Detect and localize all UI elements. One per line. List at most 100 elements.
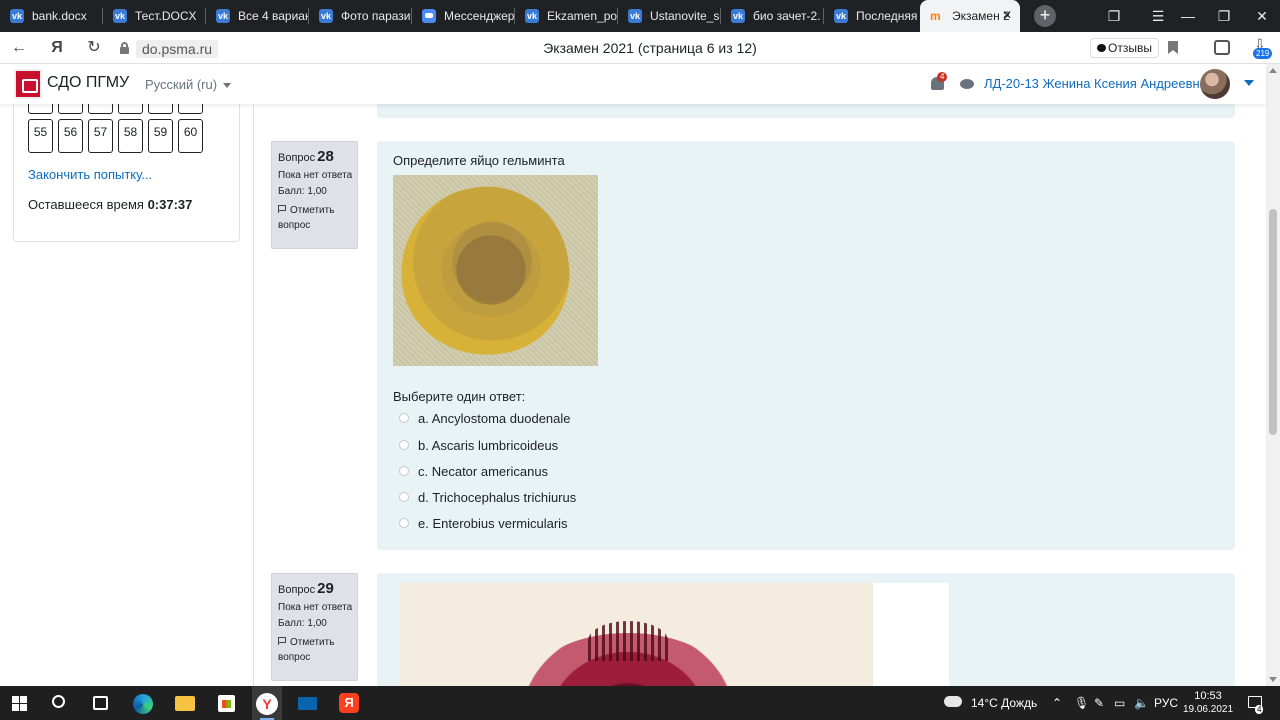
quiz-navigation-block: 55 56 57 58 59 60 Закончить попытку... О…: [13, 94, 240, 242]
question-number-value: 28: [317, 148, 334, 165]
browser-tab-9[interactable]: vk Последняя н: [824, 0, 920, 32]
flag-icon: [278, 637, 286, 645]
quiz-nav-button-55[interactable]: 55: [28, 119, 53, 153]
chat-icon[interactable]: [960, 79, 974, 89]
browser-tab-7[interactable]: vk Ustanovite_sc: [618, 0, 721, 32]
quiz-nav-button-57[interactable]: 57: [88, 119, 113, 153]
question-info-29: Вопрос 29 Пока нет ответа Балл: 1,00 Отме…: [271, 573, 358, 681]
browser-tab-4[interactable]: vk Фото парази: [309, 0, 412, 32]
collections-icon[interactable]: [1214, 40, 1230, 55]
scrollbar-thumb[interactable]: [1269, 209, 1277, 435]
time-left-value: 0:37:37: [147, 197, 193, 212]
chevron-up-icon[interactable]: ⌃: [1052, 696, 1062, 710]
site-name[interactable]: СДО ПГМУ: [47, 74, 129, 92]
tab-label: Фото парази: [341, 9, 411, 23]
file-explorer-icon[interactable]: [175, 696, 195, 711]
vk-icon: vk: [113, 9, 127, 23]
site-logo-icon[interactable]: [14, 69, 42, 99]
system-clock[interactable]: 10:53 19.06.2021: [1180, 689, 1236, 717]
browser-tab-active[interactable]: m Экзамен 2 ✕: [920, 0, 1020, 32]
browser-tab-1[interactable]: vk bank.docx: [0, 0, 103, 32]
taskbar: Y Я 14°C Дождь ⌃ 🎙 ✎ ▭ 🔈 РУС 10:53 19.06…: [0, 686, 1280, 720]
maximize-icon[interactable]: ❐: [1206, 0, 1242, 32]
answer-option-c[interactable]: c. Necator americanus: [399, 461, 548, 481]
answer-option-d[interactable]: d. Trichocephalus trichiurus: [399, 487, 576, 507]
reviews-button[interactable]: Отзывы: [1090, 38, 1159, 58]
flag-question-button[interactable]: Отметить вопрос: [278, 635, 357, 665]
avatar[interactable]: [1200, 69, 1230, 99]
vk-icon: vk: [319, 9, 333, 23]
yandex-icon[interactable]: Я: [339, 693, 359, 713]
weather-text[interactable]: 14°C Дождь: [971, 696, 1037, 710]
scroll-up-icon[interactable]: [1269, 68, 1277, 73]
tab-label: био зачет-2.: [753, 9, 821, 23]
minimize-icon[interactable]: —: [1170, 0, 1206, 32]
answer-label: b. Ascaris lumbricoideus: [418, 437, 559, 453]
close-tab-icon[interactable]: ✕: [1002, 8, 1012, 22]
speaker-icon[interactable]: 🔈: [1134, 696, 1149, 710]
store-icon[interactable]: [218, 695, 235, 712]
question-label: Вопрос: [278, 152, 316, 164]
question-number-value: 29: [317, 580, 334, 597]
radio-button[interactable]: [399, 466, 409, 476]
battery-icon[interactable]: ▭: [1114, 696, 1125, 710]
tab-label: Все 4 вариан: [238, 9, 309, 23]
chevron-down-icon: [223, 83, 232, 89]
question-label: Вопрос: [278, 584, 316, 596]
quiz-nav-button-59[interactable]: 59: [148, 119, 173, 153]
language-menu[interactable]: Русский (ru): [145, 77, 232, 92]
edge-browser-icon[interactable]: [133, 694, 153, 714]
scroll-down-icon[interactable]: [1269, 677, 1277, 682]
page-scrollbar[interactable]: [1266, 64, 1280, 686]
mail-icon[interactable]: [298, 697, 317, 710]
helminth-head-image: [400, 583, 873, 686]
vk-icon: vk: [628, 9, 642, 23]
radio-button[interactable]: [399, 518, 409, 528]
messenger-icon: [422, 9, 436, 23]
radio-button[interactable]: [399, 440, 409, 450]
tab-actions-icon[interactable]: ❐: [1096, 0, 1132, 32]
radio-button[interactable]: [399, 492, 409, 502]
vk-icon: vk: [834, 9, 848, 23]
microphone-icon[interactable]: 🎙: [1074, 696, 1089, 710]
pen-icon[interactable]: ✎: [1094, 696, 1104, 710]
browser-tab-2[interactable]: vk Тест.DOCX: [103, 0, 206, 32]
user-name[interactable]: ЛД-20-13 Женина Ксения Андреевна: [984, 76, 1207, 91]
input-language[interactable]: РУС: [1154, 696, 1178, 710]
vk-icon: vk: [10, 9, 24, 23]
new-tab-button[interactable]: +: [1034, 5, 1056, 27]
task-view-icon[interactable]: [93, 696, 108, 710]
answer-option-e[interactable]: e. Enterobius vermicularis: [399, 513, 568, 533]
tab-label: Ekzamen_po: [547, 9, 618, 23]
address-bar: ← Я ↻ do.psma.ru Экзамен 2021 (страница …: [0, 32, 1280, 64]
tab-label: Последняя н: [856, 9, 920, 23]
search-icon[interactable]: [52, 695, 65, 708]
quiz-nav-button-56[interactable]: 56: [58, 119, 83, 153]
question-number: Вопрос 28: [278, 148, 357, 165]
answer-option-b[interactable]: b. Ascaris lumbricoideus: [399, 435, 558, 455]
windows-start-icon[interactable]: [12, 696, 27, 711]
yandex-browser-icon[interactable]: Y: [256, 693, 278, 715]
quiz-nav-button-60[interactable]: 60: [178, 119, 203, 153]
finish-attempt-link[interactable]: Закончить попытку...: [28, 167, 152, 182]
user-menu-chevron-icon[interactable]: [1244, 80, 1254, 86]
browser-tab-6[interactable]: vk Ekzamen_po: [515, 0, 618, 32]
quiz-nav-button-58[interactable]: 58: [118, 119, 143, 153]
tab-label: bank.docx: [32, 9, 87, 23]
answer-label: a. Ancylostoma duodenale: [418, 410, 571, 426]
answer-label: d. Trichocephalus trichiurus: [418, 489, 577, 505]
close-window-icon[interactable]: ✕: [1244, 0, 1280, 32]
tab-label: Мессенджер: [444, 9, 515, 23]
flag-question-button[interactable]: Отметить вопрос: [278, 203, 357, 233]
flag-icon: [278, 205, 286, 213]
radio-button[interactable]: [399, 413, 409, 423]
question-content-28: Определите яйцо гельминта Выберите один …: [377, 141, 1235, 550]
answer-option-a[interactable]: a. Ancylostoma duodenale: [399, 408, 571, 428]
browser-tab-3[interactable]: vk Все 4 вариан: [206, 0, 309, 32]
site-navbar: СДО ПГМУ Русский (ru) 4 ЛД-20-13 Женина …: [0, 64, 1266, 104]
time-left: Оставшееся время 0:37:37: [28, 197, 192, 212]
notification-badge: 4: [937, 72, 948, 82]
browser-tab-8[interactable]: vk био зачет-2.: [721, 0, 824, 32]
weather-icon[interactable]: [944, 696, 962, 707]
browser-tab-5[interactable]: Мессенджер: [412, 0, 515, 32]
